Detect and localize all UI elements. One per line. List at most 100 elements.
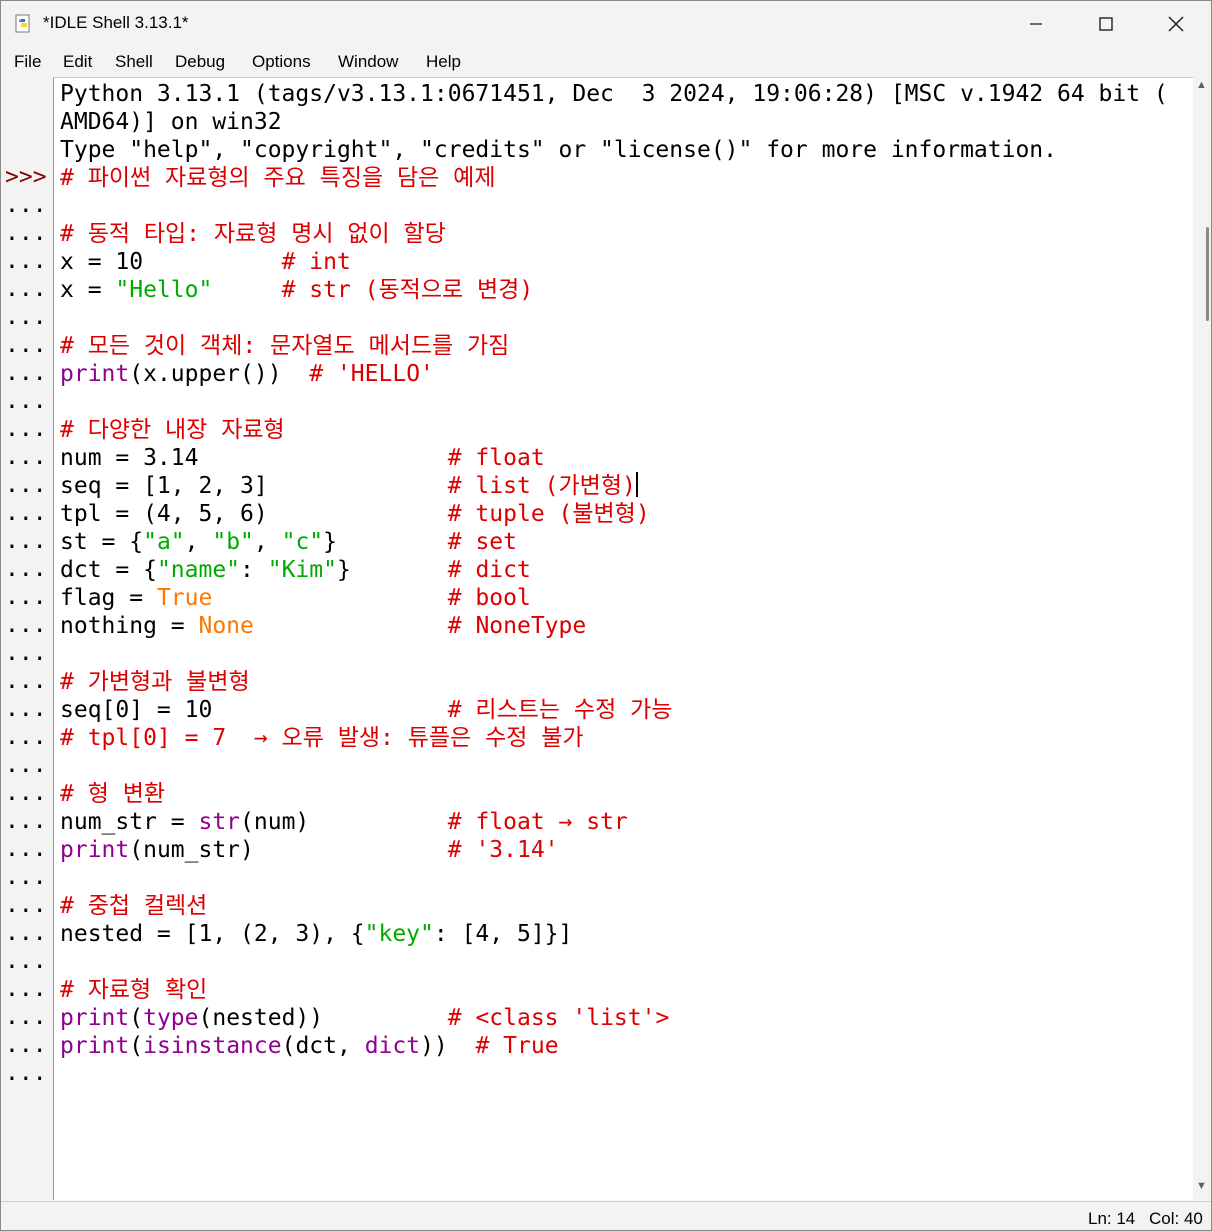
menu-edit[interactable]: Edit	[63, 52, 92, 72]
code-comment: # 자료형 확인	[60, 977, 208, 1003]
continuation-prompt: ...	[5, 892, 47, 918]
menu-shell[interactable]: Shell	[115, 52, 153, 72]
code-keyword: True	[156, 585, 213, 611]
menu-debug[interactable]: Debug	[175, 52, 225, 72]
code-text: (num)	[240, 809, 448, 835]
code-builtin: print	[60, 1005, 130, 1031]
code-string: "a"	[143, 529, 185, 555]
menu-help[interactable]: Help	[426, 52, 461, 72]
continuation-prompt: ...	[5, 276, 47, 302]
code-string: "c"	[281, 529, 324, 555]
continuation-prompt: ...	[5, 780, 47, 806]
code-builtin: dict	[364, 1033, 421, 1059]
code-comment: # NoneType	[447, 613, 587, 639]
code-text: (dct,	[281, 1033, 365, 1059]
primary-prompt: >>>	[5, 164, 47, 190]
continuation-prompt: ...	[5, 360, 47, 386]
code-builtin: print	[60, 837, 130, 863]
scroll-down-arrow-icon[interactable]: ▼	[1196, 1180, 1207, 1192]
code-text: : [4, 5]}]	[433, 921, 573, 947]
code-string: "b"	[212, 529, 254, 555]
code-comment: # 'HELLO'	[309, 361, 434, 387]
continuation-prompt: ...	[5, 472, 47, 498]
code-text: (	[129, 1033, 144, 1059]
continuation-prompt: ...	[5, 248, 47, 274]
code-builtin: isinstance	[143, 1033, 282, 1059]
continuation-prompt: ...	[5, 416, 47, 442]
scroll-up-arrow-icon[interactable]: ▲	[1196, 79, 1207, 91]
status-line: Ln: 14	[1088, 1209, 1136, 1228]
close-icon	[1168, 16, 1184, 32]
code-line: nested = [1, (2, 3), {"key": [4, 5]}]	[60, 920, 572, 948]
continuation-prompt: ...	[5, 836, 47, 862]
maximize-icon	[1099, 17, 1113, 31]
maximize-button[interactable]	[1071, 1, 1141, 47]
code-comment: # 동적 타입: 자료형 명시 없이 할당	[60, 221, 446, 247]
code-comment: # int	[281, 249, 351, 275]
code-text: (	[129, 1005, 144, 1031]
scroll-thumb[interactable]	[1206, 227, 1209, 321]
continuation-prompt: ...	[5, 584, 47, 610]
code-line: # 자료형 확인	[60, 976, 207, 1004]
code-line: num = 3.14 # float	[60, 444, 545, 472]
code-line: print(isinstance(dct, dict)) # True	[60, 1032, 559, 1060]
title-bar[interactable]: *IDLE Shell 3.13.1*	[1, 1, 1211, 47]
code-keyword: None	[198, 613, 254, 639]
code-comment: # True	[475, 1033, 559, 1059]
code-comment: # set	[447, 529, 518, 555]
code-text: ))	[420, 1033, 476, 1059]
python-idle-icon	[15, 14, 30, 33]
status-bar: Ln: 14 Col: 40	[1, 1201, 1211, 1230]
code-line: tpl = (4, 5, 6) # tuple (불변형)	[60, 500, 650, 528]
vertical-scrollbar[interactable]: ▲ ▼	[1193, 77, 1211, 1199]
continuation-prompt: ...	[5, 220, 47, 246]
idle-shell-window: *IDLE Shell 3.13.1* File Edit Shell Debu…	[0, 0, 1212, 1231]
continuation-prompt: ...	[5, 864, 47, 890]
prompt-gutter: >>>.....................................…	[1, 77, 53, 1199]
continuation-prompt: ...	[5, 500, 47, 526]
code-builtin: type	[143, 1005, 199, 1031]
continuation-prompt: ...	[5, 332, 47, 358]
code-line: print(num_str) # '3.14'	[60, 836, 559, 864]
code-comment: # str (동적으로 변경)	[281, 277, 534, 303]
code-line: # 형 변환	[60, 780, 165, 808]
code-line: flag = True # bool	[60, 584, 531, 612]
continuation-prompt: ...	[5, 1060, 47, 1086]
continuation-prompt: ...	[5, 920, 47, 946]
code-comment: # bool	[447, 585, 531, 611]
code-builtin: print	[60, 361, 130, 387]
minimize-icon	[1030, 23, 1042, 25]
code-line: num_str = str(num) # float → str	[60, 808, 628, 836]
close-button[interactable]	[1141, 1, 1211, 47]
code-string: "key"	[364, 921, 434, 947]
banner-line: AMD64)] on win32	[60, 109, 282, 135]
minimize-button[interactable]	[1001, 1, 1071, 47]
menu-file[interactable]: File	[14, 52, 41, 72]
code-builtin: str	[198, 809, 241, 835]
code-text: nested = [1, (2, 3), {	[60, 921, 365, 947]
code-line: seq[0] = 10 # 리스트는 수정 가능	[60, 696, 672, 724]
code-text: seq[0] = 10	[60, 697, 448, 723]
code-line: dct = {"name": "Kim"} # dict	[60, 556, 531, 584]
shell-text-area[interactable]: Python 3.13.1 (tags/v3.13.1:0671451, Dec…	[53, 77, 1194, 1200]
menu-options[interactable]: Options	[252, 52, 311, 72]
continuation-prompt: ...	[5, 304, 47, 330]
code-line: print(type(nested)) # <class 'list'>	[60, 1004, 669, 1032]
continuation-prompt: ...	[5, 528, 47, 554]
code-line: # 파이썬 자료형의 주요 특징을 담은 예제	[60, 164, 496, 192]
code-text: }	[336, 557, 448, 583]
code-comment: # '3.14'	[447, 837, 559, 863]
code-line: seq = [1, 2, 3] # list (가변형)	[60, 472, 638, 500]
code-line: # 다양한 내장 자료형	[60, 416, 285, 444]
code-text: x =	[60, 277, 116, 303]
code-line: st = {"a", "b", "c"} # set	[60, 528, 517, 556]
menu-bar: File Edit Shell Debug Options Window Hel…	[1, 49, 1211, 77]
continuation-prompt: ...	[5, 948, 47, 974]
code-comment: # 모든 것이 객체: 문자열도 메서드를 가짐	[60, 333, 510, 359]
text-cursor	[635, 472, 638, 497]
code-line: x = 10 # int	[60, 248, 351, 276]
code-comment: # 다양한 내장 자료형	[60, 417, 285, 443]
menu-window[interactable]: Window	[338, 52, 398, 72]
continuation-prompt: ...	[5, 668, 47, 694]
code-comment: # 중첩 컬렉션	[60, 893, 208, 919]
